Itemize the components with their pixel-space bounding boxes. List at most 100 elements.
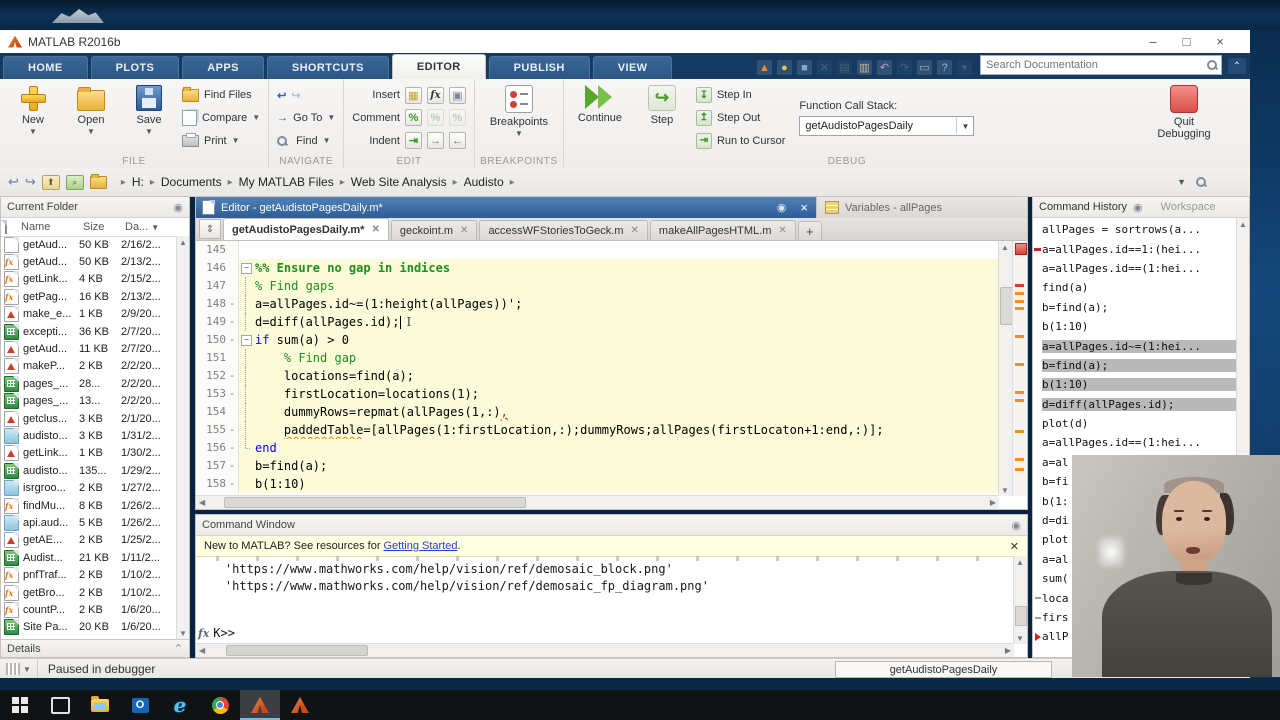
- file-list-item[interactable]: pages_...28...2/2/20...: [1, 375, 177, 392]
- wrap-comment-icon[interactable]: %: [449, 109, 466, 126]
- breadcrumb-segment[interactable]: Web Site Analysis: [351, 175, 447, 189]
- tab-close-icon[interactable]: ✕: [778, 225, 786, 236]
- editor-tab[interactable]: accessWFStoriesToGeck.m✕: [479, 220, 647, 240]
- code-warning-marker[interactable]: [1015, 391, 1024, 394]
- history-item[interactable]: a=allPages.id==(1:hei...: [1033, 433, 1237, 452]
- type-column-icon[interactable]: [5, 220, 7, 234]
- code-warning-marker[interactable]: [1015, 458, 1024, 461]
- tab-close-icon[interactable]: ✕: [460, 225, 468, 236]
- history-item[interactable]: a=allPages.id~=(1:hei...: [1033, 336, 1237, 355]
- history-item[interactable]: b(1:10): [1033, 317, 1237, 336]
- history-item[interactable]: d=diff(allPages.id);: [1033, 395, 1237, 414]
- editor-tab[interactable]: makeAllPagesHTML.m✕: [650, 220, 796, 240]
- panel-menu-icon[interactable]: ◉: [1133, 201, 1143, 214]
- code-warning-marker[interactable]: [1015, 363, 1024, 366]
- code-editor[interactable]: 145146−%% Ensure no gap in indices147% F…: [196, 241, 999, 496]
- tab-close-icon[interactable]: ✕: [371, 224, 379, 235]
- file-list-item[interactable]: countP...2 KB1/6/20...: [1, 601, 177, 618]
- search-documentation-box[interactable]: [980, 55, 1222, 75]
- column-name[interactable]: Name: [21, 221, 83, 233]
- file-list-item[interactable]: getLink...4 KB2/15/2...: [1, 271, 177, 288]
- file-list-item[interactable]: getAud...50 KB2/13/2...: [1, 253, 177, 270]
- file-list-item[interactable]: makeP...2 KB2/2/20...: [1, 358, 177, 375]
- editor-vertical-scrollbar[interactable]: ▲ ▼: [998, 241, 1013, 496]
- new-button[interactable]: New ▼: [8, 82, 58, 154]
- taskbar-task-view-icon[interactable]: [40, 690, 80, 720]
- fold-toggle-icon[interactable]: −: [241, 335, 252, 346]
- indent-left-icon[interactable]: ←: [449, 132, 466, 149]
- error-indicator[interactable]: [1015, 243, 1027, 255]
- insert-image-icon[interactable]: ▣: [449, 87, 466, 104]
- redo-icon[interactable]: ↷: [897, 60, 912, 75]
- compare-button[interactable]: Compare ▼: [182, 109, 260, 126]
- smart-indent-icon[interactable]: ⇥: [405, 132, 422, 149]
- file-list-item[interactable]: getclus...3 KB2/1/20...: [1, 410, 177, 427]
- insert-function-icon[interactable]: fx: [427, 87, 444, 104]
- editor-pane-titlebar[interactable]: Editor - getAudistoPagesDaily.m* ◉ ×: [196, 197, 816, 218]
- pane-menu-icon[interactable]: ◉: [777, 201, 787, 214]
- copy-icon[interactable]: ▤: [837, 60, 852, 75]
- quit-debugging-button[interactable]: Quit Debugging: [1152, 82, 1216, 154]
- toolstrip-tab-editor[interactable]: EDITOR: [392, 54, 486, 79]
- continue-button[interactable]: Continue: [572, 82, 628, 154]
- toolstrip-collapse-icon[interactable]: ⌃: [1228, 58, 1246, 74]
- history-item[interactable]: b=find(a);: [1033, 298, 1237, 317]
- history-item[interactable]: b=find(a);: [1033, 356, 1237, 375]
- close-button[interactable]: ×: [1216, 34, 1224, 49]
- toolstrip-tab-shortcuts[interactable]: SHORTCUTS: [267, 56, 389, 79]
- taskbar-start-icon[interactable]: [0, 690, 40, 720]
- file-list-item[interactable]: api.aud...5 KB1/26/2...: [1, 514, 177, 531]
- breadcrumb-segment[interactable]: My MATLAB Files: [239, 175, 334, 189]
- insert-section-icon[interactable]: ▦: [405, 87, 422, 104]
- code-warning-marker[interactable]: [1015, 284, 1024, 287]
- code-warning-marker[interactable]: [1015, 430, 1024, 433]
- status-grip[interactable]: ▼: [0, 659, 38, 679]
- print-icon[interactable]: ▭: [917, 60, 932, 75]
- file-list-item[interactable]: getAE...2 KB1/25/2...: [1, 532, 177, 549]
- fold-toggle-icon[interactable]: −: [241, 263, 252, 274]
- history-item[interactable]: b(1:10): [1033, 375, 1237, 394]
- file-list-item[interactable]: isrgroo...2 KB1/27/2...: [1, 479, 177, 496]
- toolstrip-tab-publish[interactable]: PUBLISH: [489, 56, 590, 79]
- panel-menu-icon[interactable]: ◉: [173, 201, 183, 214]
- taskbar-file-explorer-icon[interactable]: [80, 690, 120, 720]
- history-item[interactable]: find(a): [1033, 278, 1237, 297]
- paste-icon[interactable]: ▥: [857, 60, 872, 75]
- save-button[interactable]: Save ▼: [124, 82, 174, 154]
- taskbar-chrome-icon[interactable]: [200, 690, 240, 720]
- file-list-item[interactable]: audisto...135...1/29/2...: [1, 462, 177, 479]
- column-date[interactable]: Da... ▼: [125, 221, 159, 233]
- help-icon[interactable]: ?: [937, 60, 952, 75]
- taskbar-outlook-icon[interactable]: O: [120, 690, 160, 720]
- taskbar-matlab-icon[interactable]: [280, 690, 320, 720]
- file-list-item[interactable]: getPag...16 KB2/13/2...: [1, 288, 177, 305]
- search-icon[interactable]: [1207, 60, 1217, 70]
- maximize-button[interactable]: □: [1183, 34, 1191, 49]
- step-in-button[interactable]: ↧ Step In: [696, 87, 785, 104]
- find-files-button[interactable]: Find Files: [182, 87, 260, 104]
- file-list-item[interactable]: Audist...21 KB1/11/2...: [1, 549, 177, 566]
- function-call-stack-select[interactable]: getAudistoPagesDaily ▼: [799, 116, 974, 136]
- go-to-button[interactable]: → Go To ▼: [277, 109, 335, 126]
- forward-icon[interactable]: ↪: [25, 174, 36, 190]
- history-item[interactable]: plot(d): [1033, 414, 1237, 433]
- command-prompt[interactable]: fx K>>: [198, 626, 235, 640]
- open-button[interactable]: Open ▼: [66, 82, 116, 154]
- getting-started-link[interactable]: Getting Started: [383, 540, 457, 552]
- tab-close-icon[interactable]: ✕: [631, 225, 639, 236]
- file-list-item[interactable]: findMu...8 KB1/26/2...: [1, 497, 177, 514]
- code-warning-marker[interactable]: [1015, 292, 1024, 295]
- breakpoints-button[interactable]: Breakpoints ▼: [483, 82, 555, 154]
- minimize-button[interactable]: –: [1149, 34, 1156, 49]
- banner-close-icon[interactable]: ✕: [1010, 540, 1019, 553]
- code-warning-marker[interactable]: [1015, 468, 1024, 471]
- command-window-horizontal-scrollbar[interactable]: ◀▶: [196, 643, 1014, 657]
- breadcrumb-segment[interactable]: Documents: [161, 175, 222, 189]
- code-warning-marker[interactable]: [1015, 335, 1024, 338]
- new-tab-button[interactable]: +: [798, 221, 822, 240]
- forward-icon[interactable]: ↪: [291, 89, 300, 102]
- find-button[interactable]: Find ▼: [277, 132, 335, 149]
- code-warning-marker[interactable]: [1015, 300, 1024, 303]
- editor-horizontal-scrollbar[interactable]: ◀▶: [196, 495, 999, 509]
- file-list-item[interactable]: getLink...1 KB1/30/2...: [1, 445, 177, 462]
